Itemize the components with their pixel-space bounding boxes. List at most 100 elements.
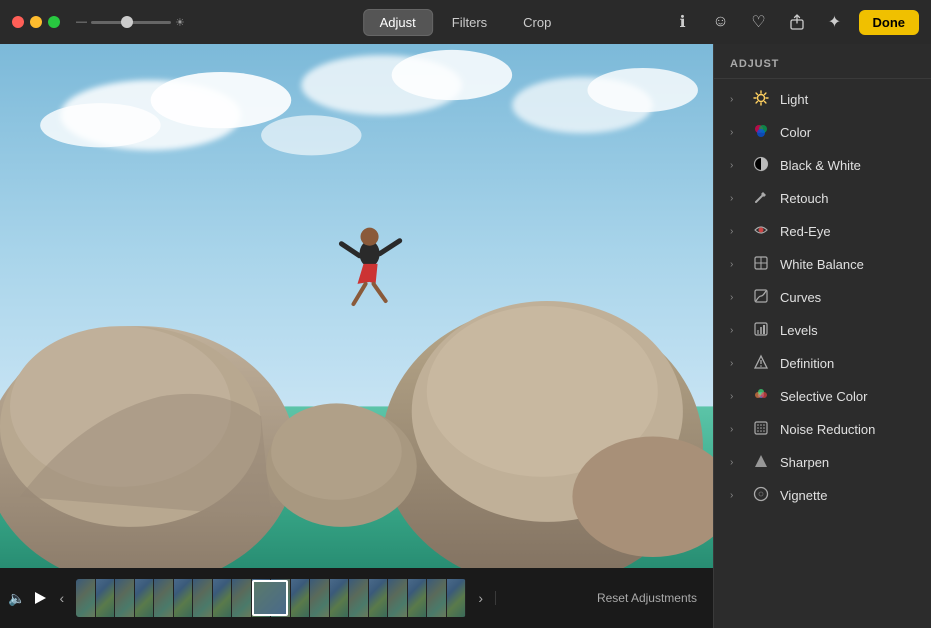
chevron-icon: › [730,193,742,204]
filmstrip-frame [369,579,389,617]
filmstrip-frame [193,579,213,617]
sharpen-label: Sharpen [780,455,829,470]
filmstrip-track [76,579,466,617]
filmstrip-frame [174,579,194,617]
slider-track[interactable] [91,21,171,24]
filmstrip-frame [213,579,233,617]
photo-area: 🔈 ‹ [0,44,713,628]
done-button[interactable]: Done [859,10,920,35]
tab-crop[interactable]: Crop [506,9,568,36]
adjust-item-retouch[interactable]: › Retouch [714,182,931,215]
chevron-icon: › [730,391,742,402]
photo-image [0,44,713,568]
white-balance-label: White Balance [780,257,864,272]
photo-canvas [0,44,713,568]
adjust-item-sharpen[interactable]: › Sharpen [714,446,931,479]
filmstrip-frame [447,579,466,617]
white-balance-icon [752,255,770,274]
main-content: 🔈 ‹ [0,44,931,628]
reset-section: Reset Adjustments [495,591,713,605]
adjust-list: › Light › Color › Black & White › Retouc… [714,79,931,628]
chevron-icon: › [730,490,742,501]
tab-group: Adjust Filters Crop [363,9,569,36]
brightness-slider[interactable]: — ☀ [76,16,185,29]
filmstrip-arrow-right[interactable]: › [474,590,487,606]
filmstrip-frame [76,579,96,617]
filmstrip-frame [135,579,155,617]
red-eye-label: Red-Eye [780,224,831,239]
filmstrip-frame [154,579,174,617]
definition-icon [752,354,770,373]
maximize-button[interactable] [48,16,60,28]
adjust-panel: ADJUST › Light › Color › Black & White ›… [713,44,931,628]
slider-right-icon: ☀ [175,16,185,29]
info-button[interactable]: ℹ [669,8,697,36]
chevron-icon: › [730,292,742,303]
color-label: Color [780,125,811,140]
adjust-item-red-eye[interactable]: › Red-Eye [714,215,931,248]
filmstrip-frame [388,579,408,617]
volume-button[interactable]: 🔈 [8,590,25,607]
toolbar-right: ℹ ☺ ♡ ✦ Done [669,8,920,36]
heart-button[interactable]: ♡ [745,8,773,36]
curves-label: Curves [780,290,821,305]
play-button[interactable] [33,591,47,605]
definition-label: Definition [780,356,834,371]
chevron-icon: › [730,259,742,270]
tab-filters[interactable]: Filters [435,9,504,36]
bottom-row: 🔈 ‹ [0,568,713,628]
adjust-item-light[interactable]: › Light [714,83,931,116]
filmstrip-frame [96,579,116,617]
tab-adjust[interactable]: Adjust [363,9,433,36]
chevron-icon: › [730,424,742,435]
chevron-icon: › [730,127,742,138]
chevron-icon: › [730,325,742,336]
reset-adjustments-button[interactable]: Reset Adjustments [597,591,697,605]
emoji-button[interactable]: ☺ [707,8,735,36]
close-button[interactable] [12,16,24,28]
adjust-item-levels[interactable]: › Levels [714,314,931,347]
adjust-item-vignette[interactable]: › Vignette [714,479,931,512]
filmstrip-frame [427,579,447,617]
slider-thumb[interactable] [121,16,133,28]
filmstrip-frame [115,579,135,617]
minimize-button[interactable] [30,16,42,28]
adjust-item-white-balance[interactable]: › White Balance [714,248,931,281]
vignette-icon [752,486,770,505]
filmstrip-selected-thumb[interactable] [252,580,288,616]
light-icon [752,90,770,109]
levels-icon [752,321,770,340]
filmstrip-frame [349,579,369,617]
panel-title: ADJUST [730,58,779,70]
sharpen-icon [752,453,770,472]
chevron-icon: › [730,160,742,171]
adjust-item-curves[interactable]: › Curves [714,281,931,314]
filmstrip-frame [330,579,350,617]
filmstrip-section: 🔈 ‹ [0,579,495,617]
selective-color-icon [752,387,770,406]
share-button[interactable] [783,8,811,36]
traffic-lights [12,16,60,28]
adjust-item-black-white[interactable]: › Black & White [714,149,931,182]
retouch-icon [752,189,770,208]
vignette-label: Vignette [780,488,827,503]
light-label: Light [780,92,808,107]
filmstrip-arrow-left[interactable]: ‹ [55,590,68,606]
black-white-label: Black & White [780,158,861,173]
selective-color-label: Selective Color [780,389,867,404]
chevron-icon: › [730,94,742,105]
adjust-item-color[interactable]: › Color [714,116,931,149]
chevron-icon: › [730,226,742,237]
adjust-item-noise-reduction[interactable]: › Noise Reduction [714,413,931,446]
adjust-item-selective-color[interactable]: › Selective Color [714,380,931,413]
filmstrip-frame [310,579,330,617]
color-icon [752,123,770,142]
filmstrip-frame [291,579,311,617]
black-white-icon [752,156,770,175]
titlebar: — ☀ Adjust Filters Crop ℹ ☺ ♡ ✦ Done [0,0,931,44]
chevron-icon: › [730,358,742,369]
adjust-item-definition[interactable]: › Definition [714,347,931,380]
noise-reduction-label: Noise Reduction [780,422,875,437]
filmstrip-frame [408,579,428,617]
magic-button[interactable]: ✦ [821,8,849,36]
